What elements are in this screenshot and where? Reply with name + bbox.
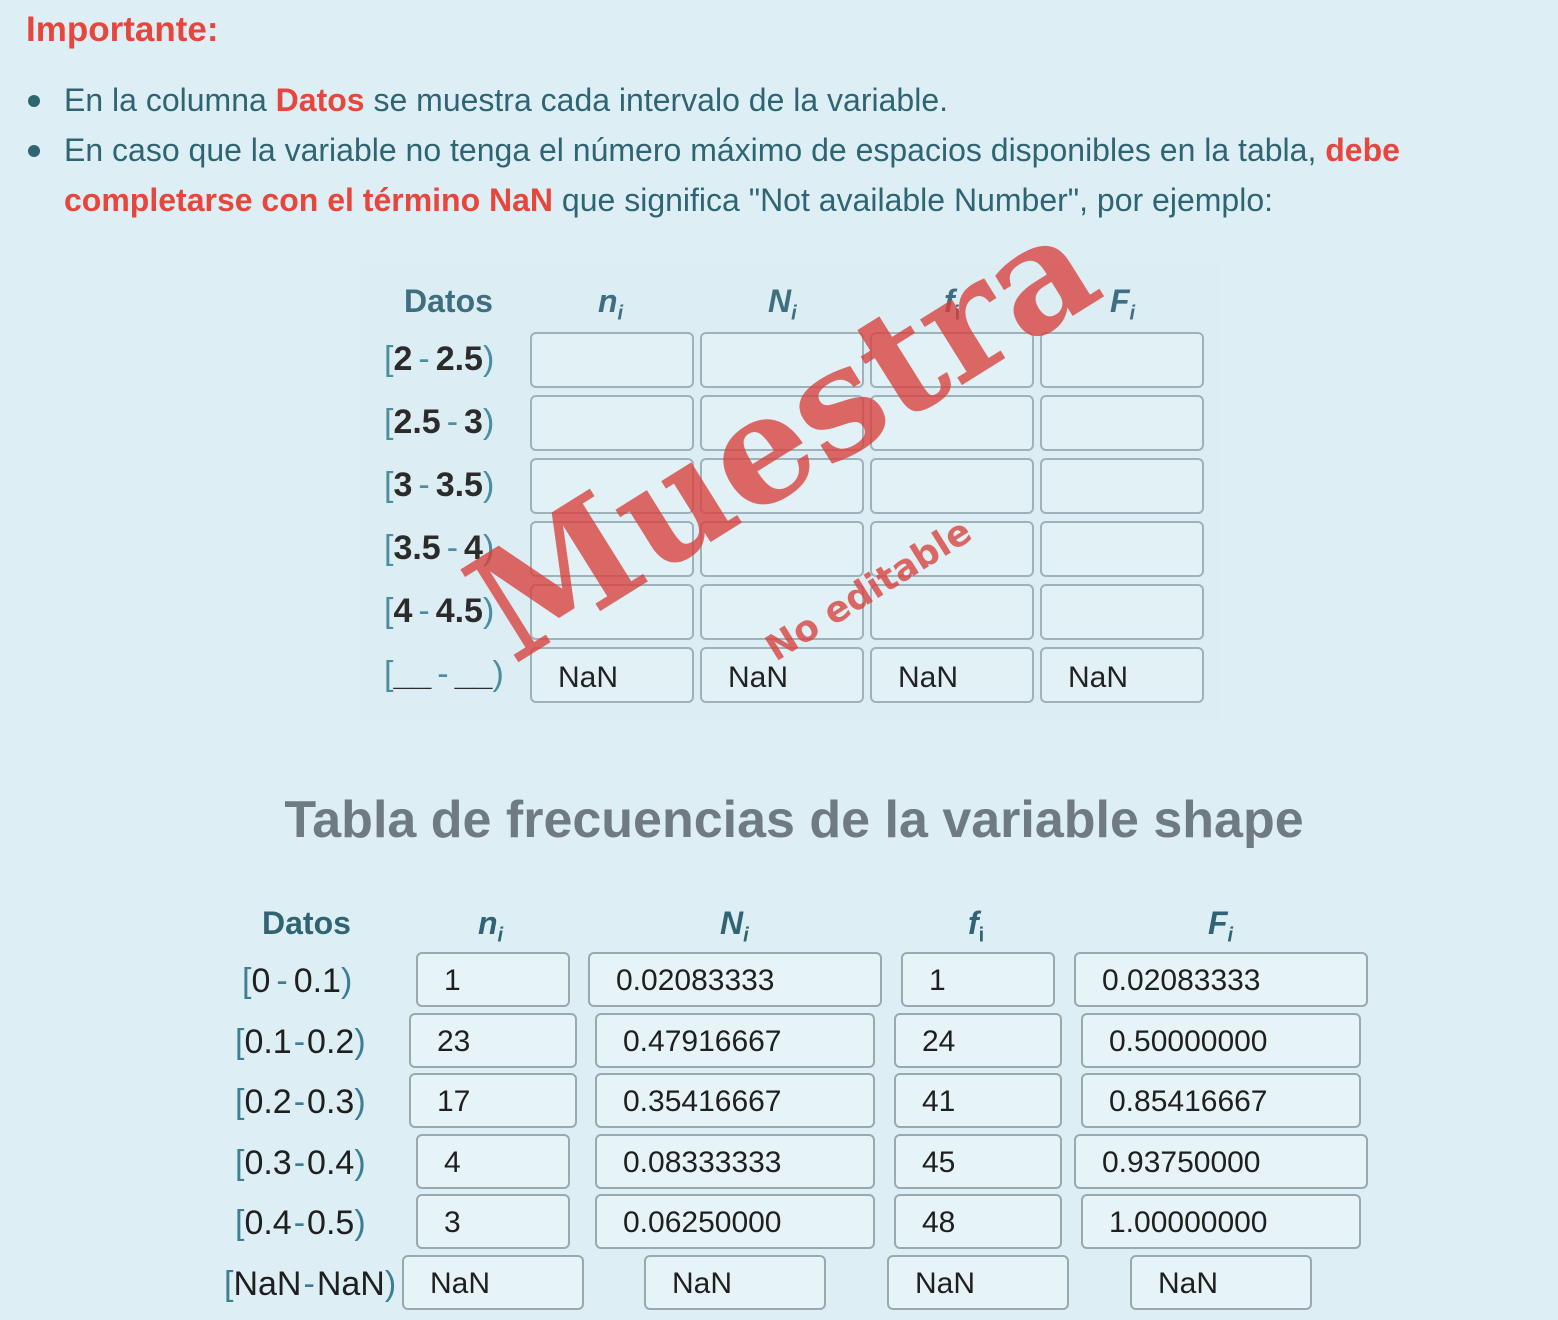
freq-row-label: [0.2-0.3) xyxy=(235,1083,366,1121)
freq-cell-ni[interactable]: 4 xyxy=(416,1134,570,1189)
section-title: Tabla de frecuencias de la variable shap… xyxy=(284,791,1304,849)
freq-cell-ni[interactable]: 1 xyxy=(416,952,570,1007)
freq-cell-Ni[interactable]: 0.02083333 xyxy=(588,952,882,1007)
bullet-2-line-1: En caso que la variable no tenga el núme… xyxy=(64,132,1400,169)
sample-cell xyxy=(1040,395,1204,451)
bullet-1-text: En la columna Datos se muestra cada inte… xyxy=(64,82,948,119)
sample-row-label: [__ - __) xyxy=(384,655,504,693)
sample-cell: NaN xyxy=(700,647,864,703)
sample-cell xyxy=(700,584,864,640)
sample-cell xyxy=(700,521,864,577)
freq-cell-Ni[interactable]: 0.35416667 xyxy=(595,1073,875,1128)
bullet-icon xyxy=(28,145,40,157)
freq-cell-fi[interactable]: 48 xyxy=(894,1194,1062,1249)
sample-header-ni: ni xyxy=(598,283,624,325)
freq-cell-Fi[interactable]: 0.02083333 xyxy=(1074,952,1368,1007)
sample-cell xyxy=(870,584,1034,640)
freq-cell-Fi[interactable]: NaN xyxy=(1130,1255,1312,1310)
freq-cell-fi[interactable]: 1 xyxy=(901,952,1055,1007)
freq-cell-Ni[interactable]: NaN xyxy=(644,1255,826,1310)
sample-header-Ni: Ni xyxy=(768,283,797,325)
sample-cell xyxy=(870,395,1034,451)
sample-row-label: [2.5-3) xyxy=(384,403,495,441)
freq-cell-fi[interactable]: NaN xyxy=(887,1255,1069,1310)
freq-cell-fi[interactable]: 24 xyxy=(894,1013,1062,1068)
sample-row-label: [3.5-4) xyxy=(384,529,495,567)
freq-cell-ni[interactable]: 17 xyxy=(409,1073,577,1128)
freq-row-label: [NaN-NaN) xyxy=(224,1265,397,1303)
freq-cell-Fi[interactable]: 0.93750000 xyxy=(1074,1134,1368,1189)
freq-cell-Ni[interactable]: 0.47916667 xyxy=(595,1013,875,1068)
freq-header-Fi: Fi xyxy=(1208,905,1234,947)
bullet-2-highlight-2: completarse con el término NaN xyxy=(64,182,554,218)
freq-header-ni: ni xyxy=(478,905,504,947)
sample-cell xyxy=(530,395,694,451)
freq-cell-Fi[interactable]: 0.50000000 xyxy=(1081,1013,1361,1068)
bullet-2-pre: En caso que la variable no tenga el núme… xyxy=(64,132,1326,168)
sample-cell: NaN xyxy=(870,647,1034,703)
freq-cell-Ni[interactable]: 0.08333333 xyxy=(595,1134,875,1189)
bullet-2-line-2: completarse con el término NaN que signi… xyxy=(64,182,1273,219)
bullet-2-post: que significa "Not available Number", po… xyxy=(553,182,1273,218)
sample-cell xyxy=(1040,458,1204,514)
freq-row-label: [0-0.1) xyxy=(242,962,353,1000)
sample-cell xyxy=(870,521,1034,577)
freq-header-datos: Datos xyxy=(262,905,351,941)
sample-row-label: [4-4.5) xyxy=(384,592,495,630)
sample-header-Fi: Fi xyxy=(1110,283,1136,325)
sample-cell xyxy=(1040,332,1204,388)
freq-row-label: [0.1-0.2) xyxy=(235,1023,366,1061)
sample-cell xyxy=(700,395,864,451)
freq-row-label: [0.4-0.5) xyxy=(235,1204,366,1242)
freq-header-fi: fi xyxy=(968,905,985,947)
sample-cell xyxy=(870,332,1034,388)
freq-cell-ni[interactable]: 3 xyxy=(416,1194,570,1249)
freq-cell-Fi[interactable]: 1.00000000 xyxy=(1081,1194,1361,1249)
bullet-1-highlight: Datos xyxy=(275,82,365,118)
important-heading: Importante: xyxy=(26,10,219,49)
sample-cell xyxy=(700,332,864,388)
sample-header-datos: Datos xyxy=(404,283,493,319)
freq-cell-Ni[interactable]: 0.06250000 xyxy=(595,1194,875,1249)
freq-cell-fi[interactable]: 41 xyxy=(894,1073,1062,1128)
bullet-1-post: se muestra cada intervalo de la variable… xyxy=(364,82,948,118)
bullet-icon xyxy=(28,95,40,107)
sample-cell xyxy=(530,458,694,514)
sample-cell xyxy=(870,458,1034,514)
sample-header-fi: fi xyxy=(944,283,961,325)
freq-cell-fi[interactable]: 45 xyxy=(894,1134,1062,1189)
sample-cell xyxy=(530,332,694,388)
bullet-2-highlight-1: debe xyxy=(1325,132,1400,168)
freq-cell-Fi[interactable]: 0.85416667 xyxy=(1081,1073,1361,1128)
bullet-1-pre: En la columna xyxy=(64,82,276,118)
freq-cell-ni[interactable]: 23 xyxy=(409,1013,577,1068)
sample-cell xyxy=(1040,521,1204,577)
sample-cell xyxy=(530,584,694,640)
sample-cell: NaN xyxy=(1040,647,1204,703)
sample-row-label: [3-3.5) xyxy=(384,466,495,504)
sample-cell xyxy=(1040,584,1204,640)
sample-row-label: [2-2.5) xyxy=(384,340,495,378)
freq-header-Ni: Ni xyxy=(720,905,749,947)
freq-row-label: [0.3-0.4) xyxy=(235,1144,366,1182)
sample-cell xyxy=(530,521,694,577)
freq-cell-ni[interactable]: NaN xyxy=(402,1255,584,1310)
sample-cell xyxy=(700,458,864,514)
sample-cell: NaN xyxy=(530,647,694,703)
